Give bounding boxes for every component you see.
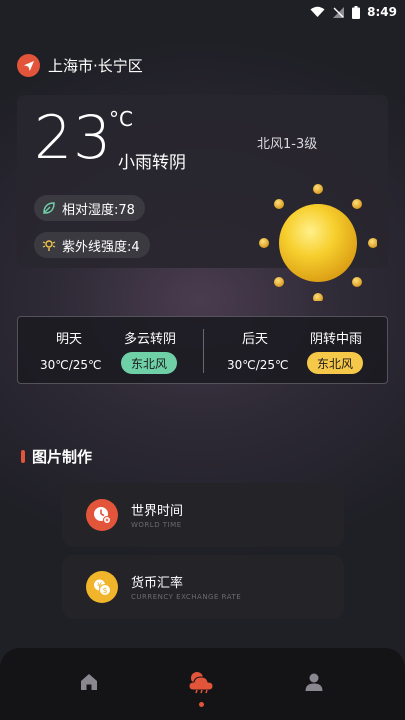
forecast-condition: 多云转阴 [124, 332, 177, 347]
status-time: 8:49 [367, 5, 397, 19]
tool-title: 货币汇率 [131, 576, 184, 591]
weather-icon[interactable] [187, 668, 215, 696]
currency-exchange-card[interactable]: ¥ $ 货币汇率 CURRENCY EXCHANGE RATE [62, 555, 344, 619]
sun-icon [257, 181, 378, 303]
location[interactable]: 上海市·长宁区 [17, 54, 143, 77]
current-weather-card: 23 °C 小雨转阴 北风1-3级 相对湿度:78 紫外线强度:4 [17, 95, 388, 303]
forecast-temp-range: 30℃/25℃ [227, 358, 289, 372]
tool-title: 世界时间 [131, 504, 184, 519]
tool-subtitle: CURRENCY EXCHANGE RATE [131, 593, 242, 601]
coins-icon: ¥ $ [86, 571, 118, 603]
uv-pill: 紫外线强度:4 [34, 232, 150, 258]
uv-bulb-icon [42, 240, 56, 251]
battery-icon [352, 5, 361, 19]
humidity-label: 相对湿度:78 [62, 202, 135, 218]
forecast-condition: 阴转中雨 [310, 332, 363, 347]
status-bar: 8:49 [0, 0, 405, 24]
section-title-text: 图片制作 [32, 448, 93, 466]
location-name: 上海市·长宁区 [48, 57, 143, 75]
forecast-divider [203, 329, 204, 373]
world-time-card[interactable]: 世界时间 WORLD TIME [62, 483, 344, 547]
bottom-nav [0, 648, 405, 720]
forecast-wind-badge: 东北风 [121, 352, 178, 374]
svg-text:$: $ [102, 586, 107, 595]
wind-info: 北风1-3级 [257, 137, 318, 152]
section-accent-bar [21, 450, 25, 463]
uv-label: 紫外线强度:4 [62, 239, 140, 255]
clock-icon [86, 499, 118, 531]
tool-subtitle: WORLD TIME [131, 521, 182, 529]
weather-condition: 小雨转阴 [118, 153, 186, 173]
forecast-day-label: 后天 [242, 332, 269, 347]
forecast-temp-range: 30℃/25℃ [40, 358, 102, 372]
navigation-arrow-icon [17, 54, 40, 77]
temperature-unit: °C [109, 107, 133, 131]
signal-icon [333, 6, 345, 18]
leaf-icon [43, 202, 55, 214]
forecast-wind-badge: 东北风 [307, 352, 364, 374]
forecast-day-label: 明天 [56, 332, 83, 347]
profile-icon[interactable] [300, 668, 328, 696]
forecast-panel: 明天 多云转阴 30℃/25℃ 东北风 后天 阴转中雨 30℃/25℃ 东北风 [17, 316, 388, 384]
wifi-icon [310, 6, 325, 17]
section-title: 图片制作 [21, 446, 92, 467]
humidity-pill: 相对湿度:78 [34, 195, 145, 221]
active-tab-indicator [199, 702, 204, 707]
current-temperature: 23 [34, 103, 113, 173]
home-icon[interactable] [75, 668, 103, 696]
